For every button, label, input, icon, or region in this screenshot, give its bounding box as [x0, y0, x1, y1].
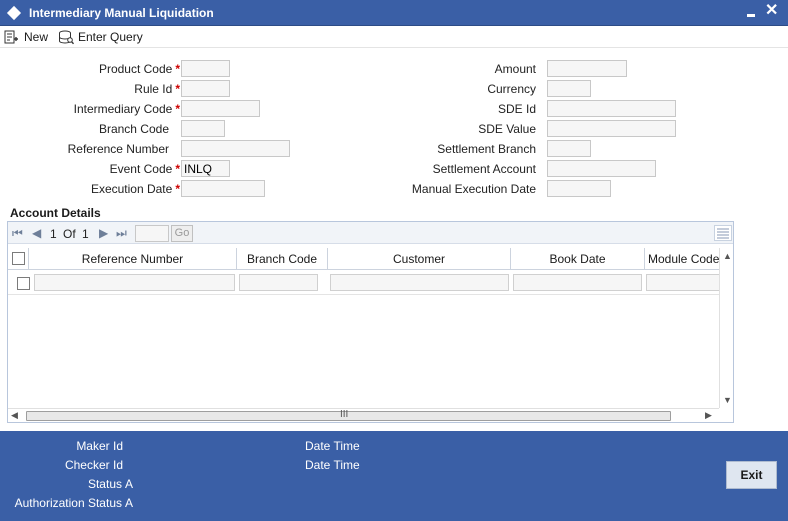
first-page-icon[interactable]: ⏮ [12, 226, 23, 241]
account-details-title: Account Details [10, 206, 101, 220]
checker-date-time-label: Date Time [305, 458, 360, 472]
select-all-cell [8, 248, 29, 269]
goto-page-input[interactable] [135, 225, 169, 242]
vertical-scrollbar[interactable]: ▲ ▼ [719, 248, 733, 408]
column-book-date[interactable]: Book Date [511, 248, 645, 269]
column-branch-code[interactable]: Branch Code [237, 248, 328, 269]
total-pages: 1 [82, 227, 89, 241]
query-database-icon [58, 30, 74, 45]
exit-button[interactable]: Exit [726, 461, 777, 489]
minimize-icon[interactable] [747, 14, 755, 17]
previous-page-icon[interactable]: ◀ [32, 226, 41, 240]
reference-number-input[interactable] [181, 140, 290, 157]
authorization-status-value: A [125, 496, 134, 510]
horizontal-scroll-thumb[interactable]: III [26, 409, 671, 421]
enter-query-button[interactable]: Enter Query [58, 28, 143, 46]
window-diamond-icon [6, 5, 22, 21]
required-marker: * [175, 182, 180, 196]
new-button-label: New [24, 30, 49, 44]
product-code-label: Product Code * [98, 62, 180, 76]
account-details-grid: ⏮ ◀ 1 Of 1 ▶ ⏭ Go Reference Number Branc… [7, 221, 734, 423]
settlement-account-label: Settlement Account [432, 162, 536, 176]
go-button[interactable]: Go [171, 225, 193, 242]
rule-id-input[interactable] [181, 80, 230, 97]
horizontal-scrollbar[interactable]: ◀ III ▶ [8, 408, 719, 422]
select-all-checkbox[interactable] [12, 252, 25, 265]
customer-cell[interactable] [330, 274, 509, 291]
manual-execution-date-input[interactable] [547, 180, 611, 197]
settlement-account-input[interactable] [547, 160, 656, 177]
branch-code-label: Branch Code [98, 122, 169, 136]
event-code-input[interactable] [181, 160, 230, 177]
column-reference-number[interactable]: Reference Number [29, 248, 237, 269]
row-checkbox[interactable] [17, 277, 30, 290]
toolbar: New Enter Query [0, 26, 788, 48]
reference-number-label: Reference Number [67, 142, 169, 156]
required-marker: * [175, 62, 180, 76]
window-title: Intermediary Manual Liquidation [29, 6, 214, 20]
window-titlebar: Intermediary Manual Liquidation ✕ [0, 0, 788, 26]
column-customer[interactable]: Customer [328, 248, 511, 269]
branch-code-cell[interactable] [239, 274, 318, 291]
checker-id-label: Checker Id [64, 458, 123, 472]
grid-header: Reference Number Branch Code Customer Bo… [8, 248, 719, 270]
sde-id-label: SDE Id [497, 102, 536, 116]
book-date-cell[interactable] [513, 274, 642, 291]
status-label: Status [87, 477, 122, 491]
maker-date-time-label: Date Time [305, 439, 360, 453]
sde-value-input[interactable] [547, 120, 676, 137]
current-page: 1 [50, 227, 57, 241]
next-page-icon[interactable]: ▶ [99, 226, 108, 240]
currency-input[interactable] [547, 80, 591, 97]
scroll-right-icon[interactable]: ▶ [705, 410, 712, 421]
scroll-grip: III [340, 409, 349, 420]
branch-code-input[interactable] [181, 120, 225, 137]
table-row [8, 271, 719, 295]
required-marker: * [175, 102, 180, 116]
execution-date-label: Execution Date * [90, 182, 180, 196]
of-label: Of [63, 227, 76, 241]
sde-value-label: SDE Value [478, 122, 536, 136]
settlement-branch-label: Settlement Branch [437, 142, 536, 156]
module-code-cell[interactable] [646, 274, 719, 291]
required-marker: * [175, 82, 180, 96]
product-code-input[interactable] [181, 60, 230, 77]
enter-query-label: Enter Query [78, 30, 143, 44]
amount-label: Amount [494, 62, 536, 76]
list-view-icon[interactable] [714, 225, 732, 241]
new-button[interactable]: New [4, 28, 48, 46]
scroll-left-icon[interactable]: ◀ [11, 410, 18, 421]
currency-label: Currency [487, 82, 536, 96]
rule-id-label: Rule Id * [134, 82, 180, 96]
event-code-label: Event Code * [109, 162, 180, 176]
required-marker: * [175, 162, 180, 176]
execution-date-input[interactable] [181, 180, 265, 197]
maker-id-label: Maker Id [76, 439, 123, 453]
new-document-icon [4, 30, 20, 44]
audit-footer: Maker Id Checker Id Status A Authorizati… [0, 431, 788, 521]
status-value: A [125, 477, 134, 491]
amount-input[interactable] [547, 60, 627, 77]
settlement-branch-input[interactable] [547, 140, 591, 157]
column-module-code[interactable]: Module Code [645, 248, 719, 269]
reference-number-cell[interactable] [34, 274, 235, 291]
grid-pager: ⏮ ◀ 1 Of 1 ▶ ⏭ Go [8, 222, 733, 244]
last-page-icon[interactable]: ⏭ [116, 226, 127, 241]
intermediary-code-label: Intermediary Code * [73, 102, 180, 116]
close-icon[interactable]: ✕ [765, 2, 778, 20]
scroll-up-icon[interactable]: ▲ [723, 251, 732, 261]
scroll-down-icon[interactable]: ▼ [723, 395, 732, 405]
manual-execution-date-label: Manual Execution Date [411, 182, 536, 196]
authorization-status-label: Authorization Status [14, 496, 122, 510]
intermediary-code-input[interactable] [181, 100, 260, 117]
sde-id-input[interactable] [547, 100, 676, 117]
